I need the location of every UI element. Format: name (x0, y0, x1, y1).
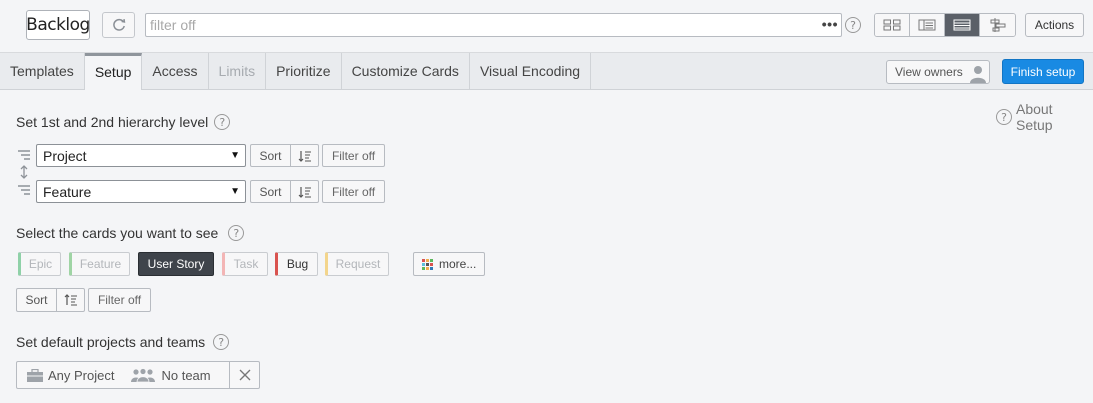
clear-defaults-button[interactable] (229, 362, 259, 388)
refresh-button[interactable] (102, 12, 135, 38)
level-2-value: Feature (43, 183, 92, 200)
cards-section-title: Select the cards you want to see ? (16, 225, 245, 241)
card-type-bug[interactable]: Bug (275, 252, 318, 276)
close-icon (239, 369, 250, 381)
cards-label: Select the cards you want to see (16, 225, 219, 241)
tab-setup[interactable]: Setup (84, 53, 143, 90)
board-view-icon (883, 19, 901, 31)
level-1-sort-direction-button[interactable] (291, 145, 318, 166)
swap-levels-icon[interactable] (18, 165, 30, 179)
view-owners-label: View owners (895, 65, 963, 79)
card-type-user-story[interactable]: User Story (138, 252, 214, 276)
level-1-sort-group: Sort (250, 144, 319, 167)
setup-tab-bar: Templates Setup Access Limits Prioritize… (0, 53, 1093, 90)
level-2-sort-button[interactable]: Sort (251, 181, 291, 202)
card-type-feature[interactable]: Feature (69, 252, 130, 276)
color-grid-icon (422, 258, 433, 270)
filter-more-icon[interactable]: ••• (822, 16, 838, 32)
level-2-sort-direction-button[interactable] (291, 181, 318, 202)
level-2-select[interactable]: Feature ▼ (36, 180, 246, 203)
sort-descending-icon (298, 150, 311, 162)
list-view-button[interactable] (910, 14, 945, 36)
cards-filter-button[interactable]: Filter off (88, 288, 151, 312)
cards-sort-group: Sort (16, 288, 85, 312)
timeline-view-icon (990, 18, 1005, 32)
cards-sort-direction-button[interactable] (57, 289, 84, 311)
list-view-icon (918, 19, 936, 31)
default-team-label: No team (161, 367, 211, 383)
detailed-list-view-button[interactable] (945, 14, 980, 36)
level-1-indent-icon (18, 150, 30, 160)
about-setup-label: About Setup (1015, 101, 1053, 133)
tab-limits[interactable]: Limits (209, 53, 267, 89)
level-2-sort-group: Sort (250, 180, 319, 203)
filter-field: ••• (145, 13, 842, 37)
actions-button[interactable]: Actions (1025, 13, 1084, 37)
owner-avatar-icon (967, 61, 989, 83)
tab-access[interactable]: Access (142, 53, 209, 89)
default-project-label: Any Project (48, 367, 115, 383)
defaults-section-title: Set default projects and teams ? (16, 334, 230, 350)
level-2-filter-button[interactable]: Filter off (322, 180, 385, 203)
top-bar: Backlog ••• ? (0, 0, 1093, 53)
finish-setup-button[interactable]: Finish setup (1002, 59, 1084, 84)
timeline-view-button[interactable] (980, 14, 1015, 36)
chevron-down-icon: ▼ (230, 186, 240, 197)
tab-templates[interactable]: Templates (0, 53, 85, 89)
cards-sort-button[interactable]: Sort (17, 289, 57, 311)
chevron-down-icon: ▼ (230, 150, 240, 161)
filter-help-icon[interactable]: ? (845, 17, 861, 33)
defaults-label: Set default projects and teams (16, 334, 206, 350)
default-project[interactable]: Any Project (17, 368, 114, 383)
more-card-types-button[interactable]: more... (413, 252, 485, 276)
sort-ascending-icon (64, 294, 77, 306)
tabs: Templates Setup Access Limits Prioritize… (0, 53, 592, 90)
level-2-indent-icon (18, 185, 30, 195)
tab-customize-cards[interactable]: Customize Cards (342, 53, 470, 89)
card-type-request[interactable]: Request (325, 252, 389, 276)
filter-input[interactable] (146, 14, 806, 36)
about-setup-link[interactable]: ? About Setup (996, 101, 1093, 133)
level-1-value: Project (43, 147, 87, 164)
view-mode-switcher (874, 13, 1016, 37)
defaults-help-icon[interactable]: ? (213, 334, 230, 350)
sort-descending-icon (298, 186, 311, 198)
more-label: more... (439, 257, 477, 271)
card-type-task[interactable]: Task (222, 252, 268, 276)
detailed-list-view-icon (953, 19, 971, 31)
tab-prioritize[interactable]: Prioritize (266, 53, 342, 89)
hierarchy-label: Set 1st and 2nd hierarchy level (16, 114, 209, 130)
card-type-epic[interactable]: Epic (18, 252, 61, 276)
default-project-team-selector[interactable]: Any Project No team (16, 361, 260, 389)
view-owners-button[interactable]: View owners (886, 60, 990, 84)
default-team[interactable]: No team (114, 367, 211, 383)
briefcase-icon (27, 368, 43, 382)
level-1-select[interactable]: Project ▼ (36, 144, 246, 167)
board-title-button[interactable]: Backlog (26, 10, 90, 40)
about-help-icon: ? (996, 109, 1012, 125)
level-1-filter-button[interactable]: Filter off (322, 144, 385, 167)
tab-visual-encoding[interactable]: Visual Encoding (470, 53, 592, 89)
board-view-button[interactable] (875, 14, 910, 36)
hierarchy-section-title: Set 1st and 2nd hierarchy level ? (16, 114, 231, 130)
level-1-sort-button[interactable]: Sort (251, 145, 291, 166)
team-icon (131, 368, 156, 382)
hierarchy-help-icon[interactable]: ? (214, 114, 231, 130)
refresh-icon (112, 18, 125, 31)
cards-help-icon[interactable]: ? (228, 225, 245, 241)
